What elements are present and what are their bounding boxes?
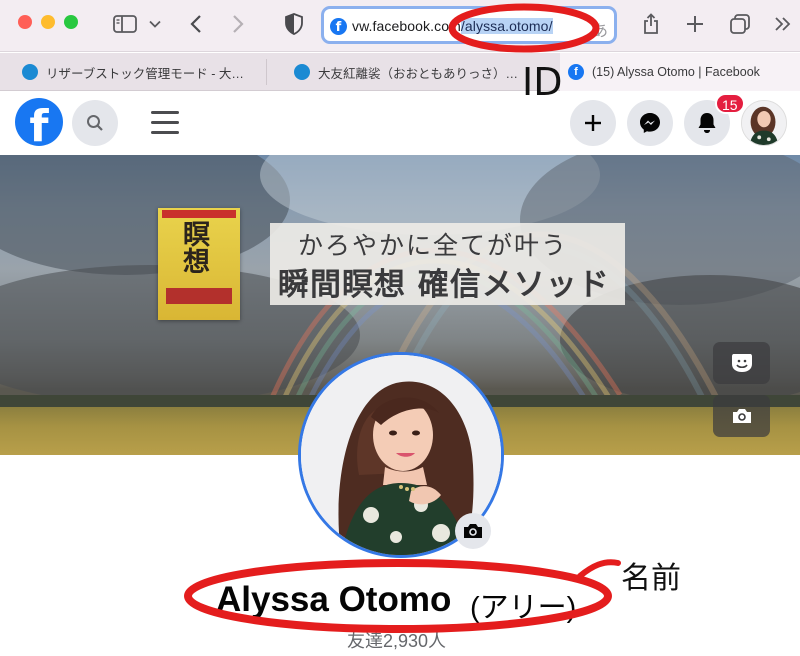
name-callout-line [577, 559, 621, 579]
id-annotation: ID [522, 60, 563, 104]
name-highlight-ellipse [184, 559, 612, 633]
name-annotation: 名前 [621, 561, 681, 596]
url-highlight-ellipse [448, 3, 600, 53]
